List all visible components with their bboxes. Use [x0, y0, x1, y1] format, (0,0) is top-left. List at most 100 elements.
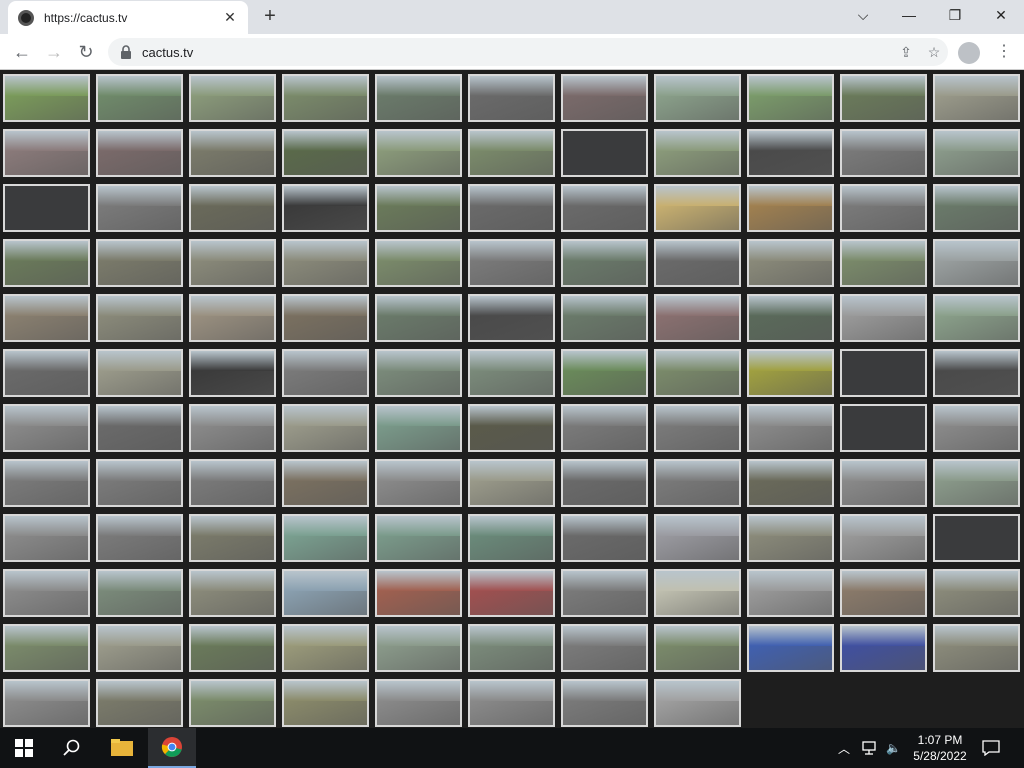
camera-feed-tile[interactable] [654, 349, 741, 397]
camera-feed-tile[interactable] [747, 569, 834, 617]
close-window-icon[interactable]: ✕ [978, 0, 1024, 30]
camera-feed-tile[interactable] [468, 404, 555, 452]
camera-feed-tile[interactable] [654, 459, 741, 507]
camera-feed-tile[interactable] [468, 239, 555, 287]
camera-feed-tile[interactable] [3, 459, 90, 507]
camera-feed-tile[interactable] [468, 459, 555, 507]
camera-feed-tile[interactable] [189, 294, 276, 342]
camera-feed-tile[interactable] [654, 129, 741, 177]
camera-feed-tile[interactable] [375, 569, 462, 617]
camera-feed-tile[interactable] [561, 624, 648, 672]
camera-feed-tile[interactable] [468, 569, 555, 617]
camera-feed-tile[interactable] [96, 294, 183, 342]
network-icon[interactable] [862, 728, 878, 768]
search-icon[interactable] [48, 728, 96, 768]
url-text[interactable]: cactus.tv [142, 45, 892, 60]
camera-feed-tile[interactable] [747, 239, 834, 287]
camera-feed-tile[interactable] [375, 294, 462, 342]
camera-feed-tile[interactable] [96, 404, 183, 452]
camera-feed-tile[interactable] [282, 184, 369, 232]
camera-feed-tile[interactable] [96, 239, 183, 287]
camera-feed-tile[interactable] [3, 624, 90, 672]
camera-feed-tile[interactable] [282, 294, 369, 342]
camera-feed-tile[interactable] [561, 349, 648, 397]
volume-icon[interactable]: 🔈 [886, 728, 901, 768]
system-clock[interactable]: 1:07 PM 5/28/2022 [905, 732, 975, 764]
camera-feed-tile[interactable] [468, 294, 555, 342]
camera-feed-tile[interactable] [933, 74, 1020, 122]
camera-feed-tile[interactable] [375, 349, 462, 397]
file-explorer-icon[interactable] [98, 728, 146, 768]
camera-feed-tile[interactable] [189, 349, 276, 397]
camera-feed-tile[interactable] [468, 349, 555, 397]
star-icon[interactable]: ☆ [920, 38, 948, 66]
camera-feed-tile[interactable] [96, 184, 183, 232]
new-tab-button[interactable]: + [259, 5, 281, 27]
camera-feed-tile[interactable] [654, 514, 741, 562]
camera-feed-tile[interactable] [840, 569, 927, 617]
camera-feed-tile[interactable] [468, 74, 555, 122]
share-icon[interactable]: ⇪ [892, 38, 920, 66]
camera-feed-tile[interactable] [3, 679, 90, 727]
camera-feed-tile[interactable] [96, 569, 183, 617]
chevron-up-icon[interactable]: ︿ [838, 728, 850, 768]
camera-feed-tile[interactable] [654, 624, 741, 672]
camera-feed-tile[interactable] [96, 624, 183, 672]
camera-feed-tile[interactable] [654, 239, 741, 287]
camera-feed-tile[interactable] [189, 74, 276, 122]
camera-feed-tile[interactable] [654, 569, 741, 617]
camera-feed-tile[interactable] [468, 129, 555, 177]
camera-feed-tile[interactable] [840, 514, 927, 562]
camera-feed-tile[interactable] [654, 184, 741, 232]
camera-feed-tile[interactable] [747, 514, 834, 562]
lock-icon[interactable] [120, 45, 132, 59]
camera-feed-tile[interactable] [3, 129, 90, 177]
menu-icon[interactable]: ⋮ [994, 40, 1014, 64]
camera-feed-tile[interactable] [189, 404, 276, 452]
camera-feed-tile[interactable] [3, 74, 90, 122]
tab-search-chevron-down-icon[interactable]: ⌵ [840, 0, 886, 30]
camera-feed-tile[interactable] [840, 404, 927, 452]
camera-feed-tile[interactable] [375, 514, 462, 562]
camera-feed-tile[interactable] [282, 624, 369, 672]
camera-feed-tile[interactable] [375, 459, 462, 507]
camera-feed-tile[interactable] [189, 624, 276, 672]
camera-feed-tile[interactable] [654, 404, 741, 452]
camera-feed-tile[interactable] [747, 459, 834, 507]
camera-feed-tile[interactable] [933, 624, 1020, 672]
camera-feed-tile[interactable] [933, 514, 1020, 562]
camera-feed-tile[interactable] [189, 184, 276, 232]
restore-icon[interactable]: ❐ [932, 0, 978, 30]
camera-feed-tile[interactable] [840, 184, 927, 232]
camera-feed-tile[interactable] [933, 129, 1020, 177]
camera-feed-tile[interactable] [933, 239, 1020, 287]
camera-feed-tile[interactable] [468, 624, 555, 672]
camera-feed-tile[interactable] [747, 184, 834, 232]
camera-feed-tile[interactable] [282, 349, 369, 397]
camera-feed-tile[interactable] [96, 349, 183, 397]
camera-feed-tile[interactable] [282, 239, 369, 287]
camera-feed-tile[interactable] [933, 569, 1020, 617]
camera-feed-tile[interactable] [282, 129, 369, 177]
camera-feed-tile[interactable] [561, 459, 648, 507]
camera-feed-tile[interactable] [840, 74, 927, 122]
camera-feed-tile[interactable] [3, 184, 90, 232]
camera-feed-tile[interactable] [375, 624, 462, 672]
camera-feed-tile[interactable] [840, 129, 927, 177]
camera-feed-tile[interactable] [282, 569, 369, 617]
camera-feed-tile[interactable] [840, 294, 927, 342]
camera-feed-tile[interactable] [282, 459, 369, 507]
camera-feed-tile[interactable] [3, 514, 90, 562]
camera-feed-tile[interactable] [840, 624, 927, 672]
camera-feed-tile[interactable] [96, 459, 183, 507]
camera-feed-tile[interactable] [375, 74, 462, 122]
camera-feed-tile[interactable] [282, 74, 369, 122]
reload-icon[interactable]: ↻ [72, 38, 100, 66]
camera-feed-tile[interactable] [747, 129, 834, 177]
tab-close-icon[interactable]: ✕ [222, 9, 238, 26]
camera-feed-tile[interactable] [375, 404, 462, 452]
camera-feed-tile[interactable] [840, 239, 927, 287]
camera-feed-tile[interactable] [468, 184, 555, 232]
camera-feed-tile[interactable] [561, 514, 648, 562]
camera-feed-tile[interactable] [933, 459, 1020, 507]
